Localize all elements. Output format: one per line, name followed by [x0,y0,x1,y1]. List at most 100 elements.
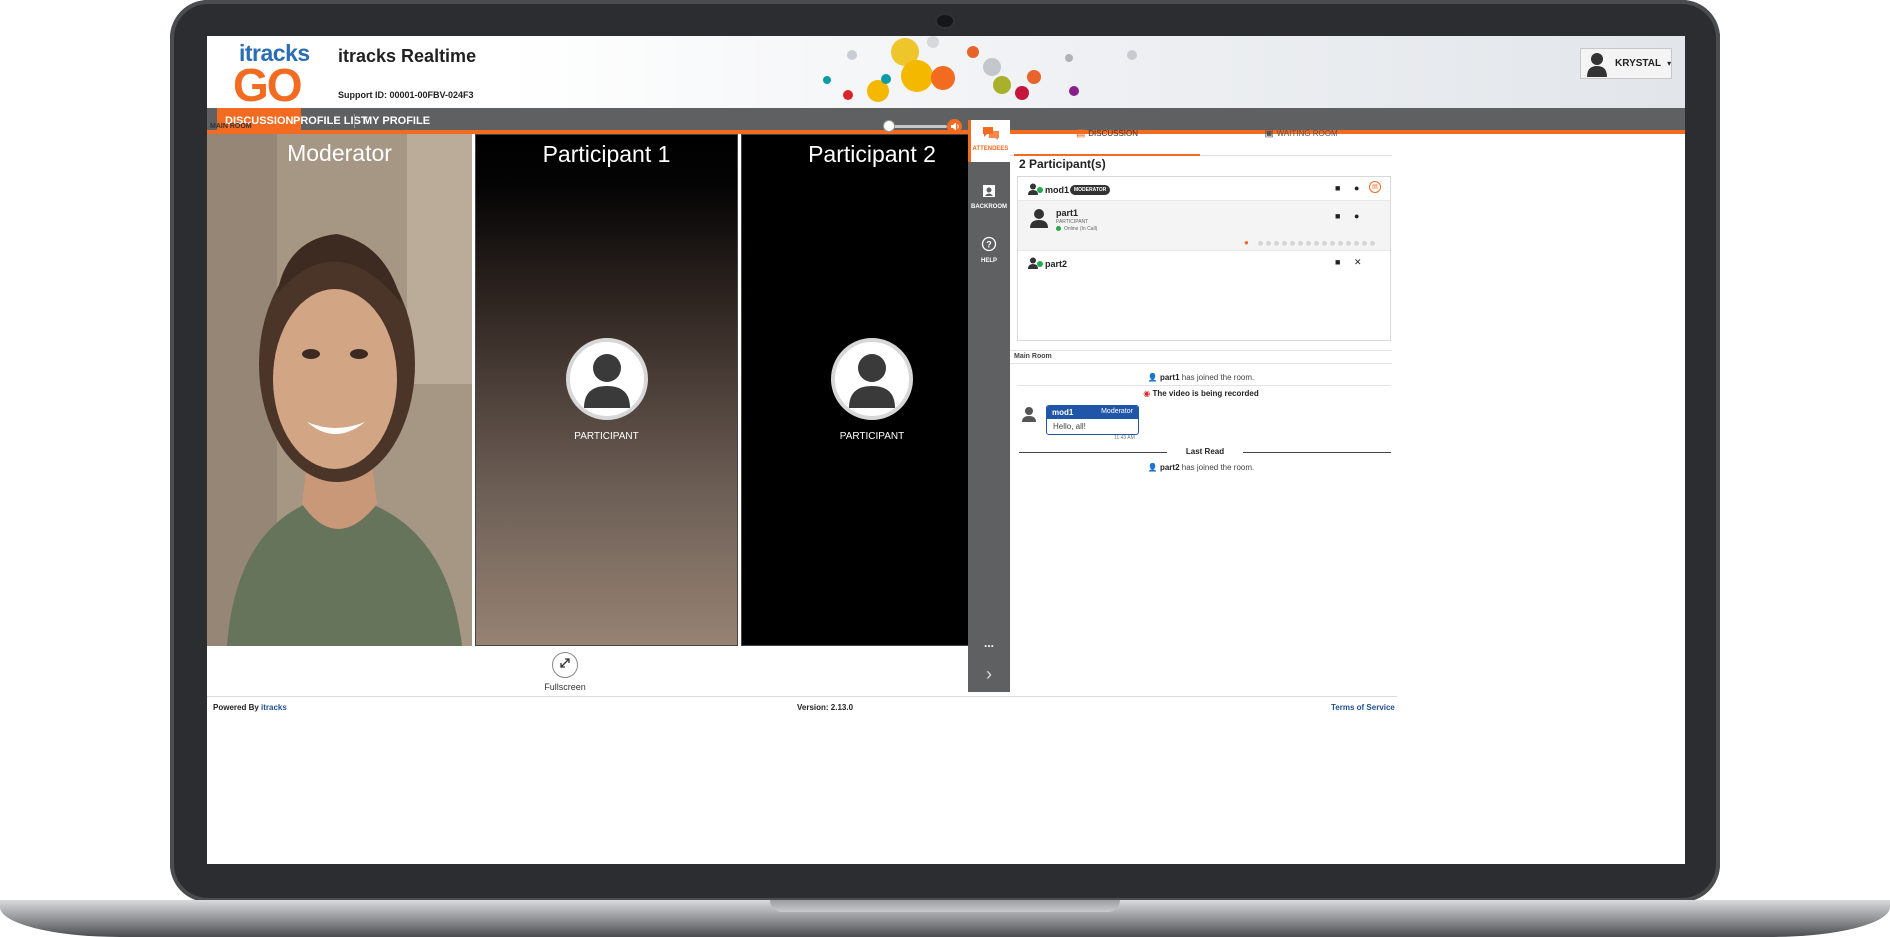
user-menu-button[interactable]: KRYSTAL ▾ [1580,48,1672,79]
audio-level-dot [1282,241,1287,246]
speaker-icon[interactable] [947,119,962,134]
app-title: itracks Realtime [338,46,477,66]
powered-by: Powered By itracks [213,703,287,712]
online-status-dot [1056,226,1061,231]
rail-backroom[interactable]: BACKROOM [968,184,1010,218]
chat-room-label: Main Room [1014,353,1052,360]
decor-dot [881,74,891,84]
tile-title-participant-1: Participant 1 [542,141,671,167]
itracks-link[interactable]: itracks [261,703,287,712]
tab-waiting-room[interactable]: ▣ WAITING ROOM [1210,116,1392,156]
microphone-icon[interactable]: ● [1354,211,1359,221]
user-name: KRYSTAL [1615,58,1662,69]
expand-icon [560,658,570,668]
microphone-icon[interactable]: ● [1354,183,1359,193]
participant-avatar-icon [831,338,913,420]
side-rail: ATTENDEES BACKROOM ? HELP ... › [968,116,1010,692]
decor-dot [823,76,831,84]
volume-slider-track[interactable] [887,125,947,128]
system-message-user: part2 [1159,463,1180,472]
audio-level-dot [1322,241,1327,246]
rail-backroom-label: BACKROOM [971,204,1007,210]
laptop-notch [770,900,1120,912]
decor-dot [931,66,955,90]
main-room-label: MAIN ROOM [210,123,252,130]
online-status-dot [1037,187,1043,193]
audio-level-dot [1354,241,1359,246]
rail-attendees[interactable]: ATTENDEES [968,120,1010,162]
fullscreen-button[interactable] [552,652,578,678]
tab-discussion[interactable]: ▤ DISCUSSION [1014,116,1200,156]
audio-level-dot [1346,241,1351,246]
tile-role-participant-1: PARTICIPANT [574,431,639,442]
audio-level-dot [1266,241,1271,246]
sender-avatar-icon [1022,407,1036,422]
camera-icon[interactable]: ■ [1335,257,1340,267]
attendee-row-mod1[interactable]: mod1 MODERATOR ■ ● ▤ [1018,177,1390,201]
moderator-video-feed [207,134,472,646]
audio-level-dot [1338,241,1343,246]
recording-text: The video is being recorded [1152,389,1259,398]
chat-icon: ▤ [1075,128,1089,139]
decor-dot [847,50,857,60]
attendee-row-part2[interactable]: part2 ■ ✕ [1018,251,1390,275]
terms-of-service-link[interactable]: Terms of Service [1331,703,1395,712]
video-tile-participant-1[interactable]: Participant 1 PARTICIPANT [475,134,738,646]
rail-attendees-label: ATTENDEES [972,146,1009,152]
camera-icon[interactable]: ■ [1335,211,1340,221]
system-message-text: has joined the room. [1181,373,1255,382]
itracks-go-logo: itracks GO [231,40,317,108]
tile-title-participant-2: Participant 2 [808,141,936,167]
decor-dot [1127,50,1137,60]
version-label: Version: 2.13.0 [797,703,854,712]
audio-level-dot [1274,241,1279,246]
nav-my-profile[interactable]: MY PROFILE [355,108,438,134]
last-read-label: Last Read [1167,447,1243,456]
tab-discussion-label: DISCUSSION [1088,129,1139,138]
volume-slider-handle[interactable] [883,120,895,132]
app-screen: itracks GO itracks Realtime Support ID: … [207,36,1685,864]
participant-avatar-icon [565,338,648,420]
chat-message-time: 11:43 AM [1114,435,1135,441]
help-icon: ? [968,236,1010,256]
decor-dot [983,58,1001,76]
audio-level-dot [1314,241,1319,246]
chat-message-text: Hello, all! [1053,422,1086,431]
audio-level-dot [1306,241,1311,246]
microphone-muted-icon[interactable]: ✕ [1354,257,1362,268]
rail-collapse-button[interactable]: › [968,664,1010,685]
system-message-user: part1 [1159,373,1180,382]
chevron-down-icon: ▾ [1667,59,1672,68]
chat-bubbles-icon [971,126,1010,144]
recording-notice: ◉ The video is being recorded [1010,389,1392,398]
attendee-row-part1[interactable]: part1 PARTICIPANT Online (In Call) ■ ● ● [1018,201,1390,251]
app-footer: Powered By itracks Version: 2.13.0 Terms… [207,696,1397,716]
attendee-name: mod1 [1045,185,1070,195]
fullscreen-label: Fullscreen [544,682,586,692]
attendee-role: PARTICIPANT [1056,219,1089,225]
attendee-status: Online (In Call) [1064,226,1098,232]
video-tile-moderator[interactable]: Moderator [207,134,472,646]
support-id: Support ID: 00001-00FBV-024F3 [338,90,474,100]
system-message: 👤 part1 has joined the room. [1010,373,1392,382]
chat-moderator-icon[interactable]: ▤ [1369,181,1381,193]
decor-dot [1027,70,1041,84]
chat-message-bubble: mod1 Moderator Hello, all! [1046,405,1139,435]
tile-role-participant-2: PARTICIPANT [839,431,905,442]
audio-level-dot [1290,241,1295,246]
app-header: itracks GO itracks Realtime Support ID: … [207,36,1685,108]
system-message-text: has joined the room. [1181,463,1255,472]
rail-more-button[interactable]: ... [968,636,1010,650]
attendee-list: mod1 MODERATOR ■ ● ▤ part1 PARTICIPANT O… [1017,176,1391,341]
tab-waiting-room-label: WAITING ROOM [1276,129,1338,138]
camera-icon[interactable]: ■ [1335,183,1340,193]
decor-dot [993,76,1011,94]
decor-dot [967,46,979,58]
decor-dot [1015,86,1029,100]
rail-help[interactable]: ? HELP [968,236,1010,270]
user-icon [1030,209,1048,228]
video-tile-participant-2[interactable]: Participant 2 PARTICIPANT [741,134,1003,646]
attendee-name: part2 [1045,259,1068,269]
system-message: 👤 part2 has joined the room. [1010,463,1392,472]
chat-message-header: mod1 Moderator [1047,406,1138,419]
